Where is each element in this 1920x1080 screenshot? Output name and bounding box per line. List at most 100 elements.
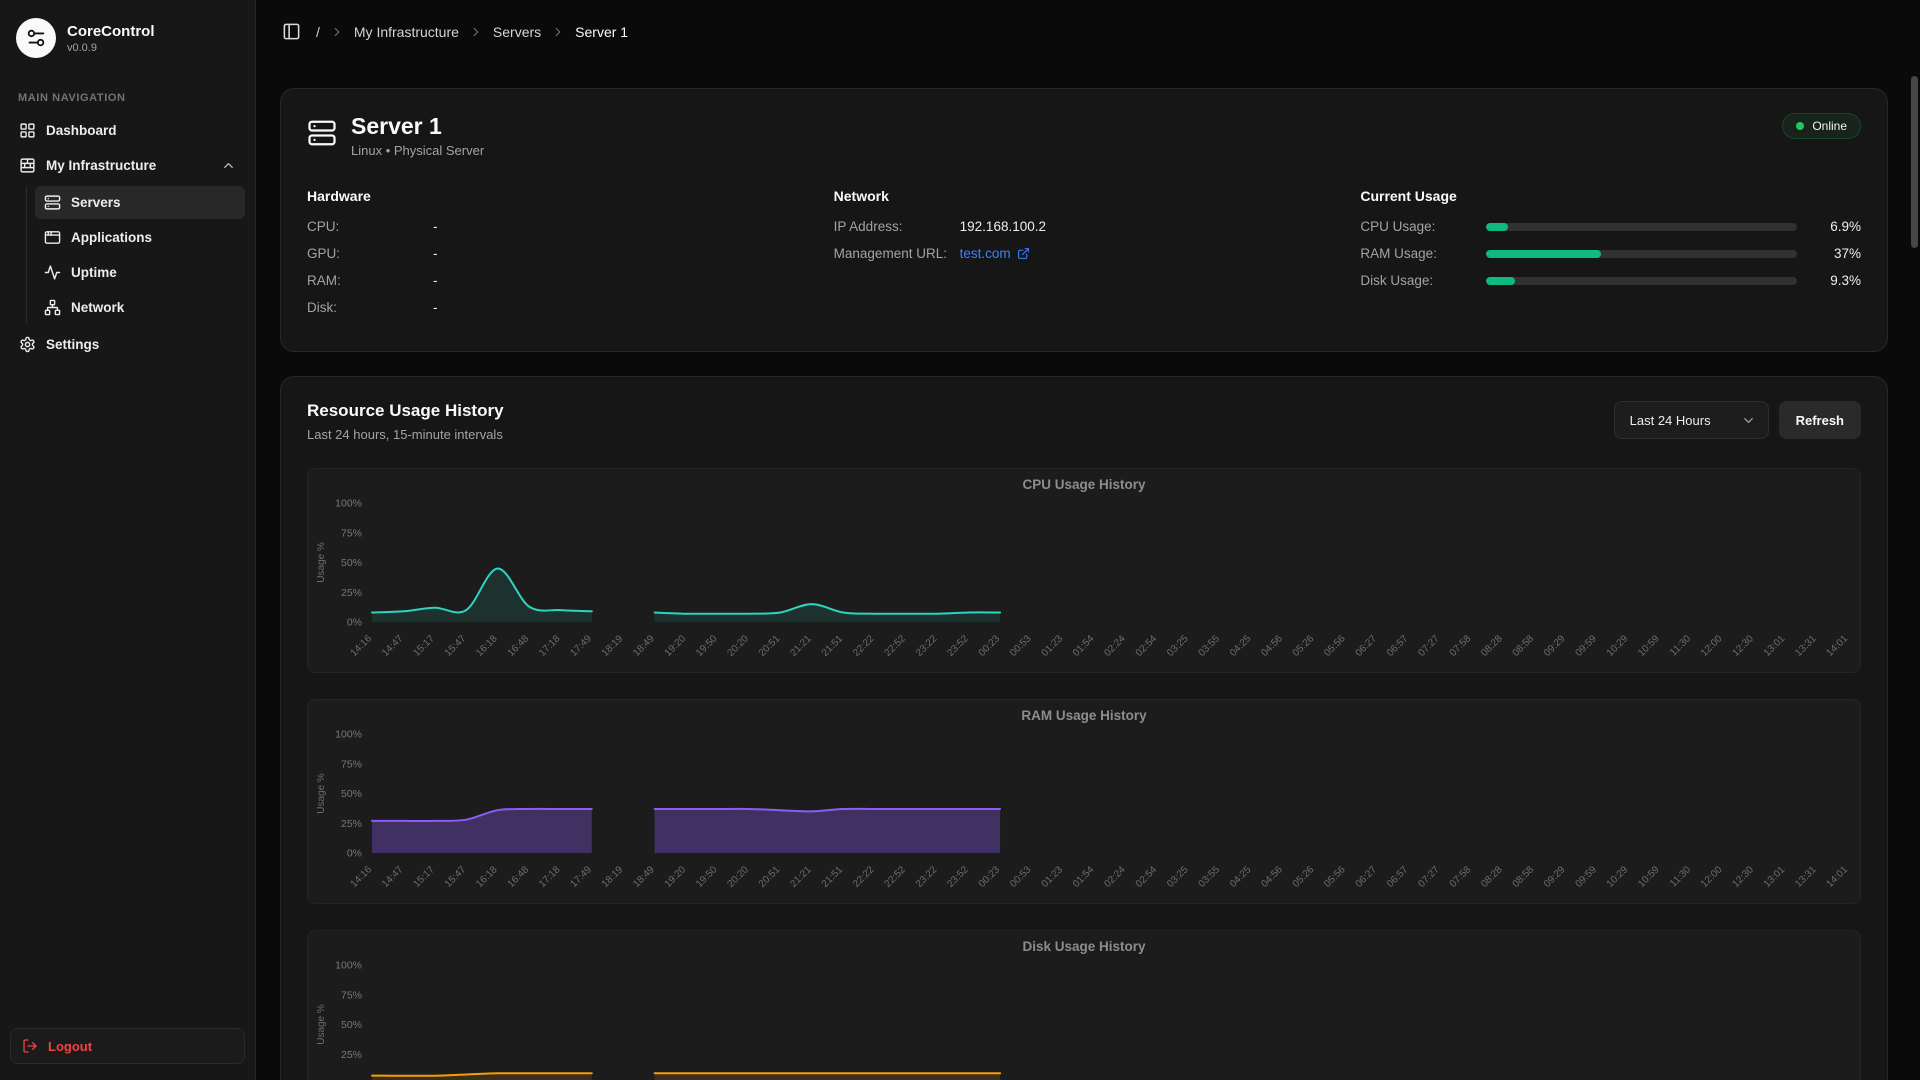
svg-text:18:49: 18:49	[631, 864, 657, 890]
svg-text:19:20: 19:20	[663, 633, 689, 659]
svg-text:RAM Usage History: RAM Usage History	[1021, 708, 1147, 723]
sidebar-toggle-button[interactable]	[282, 22, 302, 42]
svg-text:16:48: 16:48	[506, 864, 532, 890]
sidebar-item-settings[interactable]: Settings	[10, 328, 245, 361]
external-link-icon	[1017, 247, 1030, 260]
server-icon	[307, 118, 337, 148]
svg-text:00:53: 00:53	[1008, 864, 1034, 890]
ram-usage-history-chart: RAM Usage HistoryUsage %0%25%50%75%100%1…	[307, 699, 1861, 904]
sidebar-item-dashboard[interactable]: Dashboard	[10, 114, 245, 147]
logout-icon	[22, 1038, 38, 1054]
time-range-select[interactable]: Last 24 Hours	[1614, 401, 1769, 439]
svg-text:75%: 75%	[341, 759, 362, 771]
refresh-button[interactable]: Refresh	[1779, 401, 1861, 439]
svg-text:18:19: 18:19	[600, 864, 626, 890]
svg-text:06:57: 06:57	[1385, 864, 1411, 890]
svg-text:17:18: 17:18	[537, 864, 563, 890]
page-content: Server 1 Linux • Physical Server Online …	[256, 64, 1920, 1080]
chevron-right-icon	[469, 25, 483, 39]
svg-text:12:00: 12:00	[1699, 864, 1725, 890]
sidebar-item-uptime[interactable]: Uptime	[35, 256, 245, 289]
usage-column: Current Usage CPU Usage: 6.9% RAM Usage:…	[1360, 188, 1861, 327]
svg-text:17:49: 17:49	[568, 633, 594, 659]
sidebar-item-servers[interactable]: Servers	[35, 186, 245, 219]
row-label: Disk Usage:	[1360, 273, 1486, 288]
scrollbar-thumb[interactable]	[1911, 76, 1918, 248]
history-header: Resource Usage History Last 24 hours, 15…	[307, 401, 1861, 442]
breadcrumb-item-infrastructure[interactable]: My Infrastructure	[354, 24, 459, 40]
svg-text:23:52: 23:52	[945, 864, 971, 890]
row-value: -	[433, 300, 438, 315]
hardware-heading: Hardware	[307, 188, 808, 204]
svg-text:10:29: 10:29	[1605, 864, 1631, 890]
sidebar-item-network[interactable]: Network	[35, 291, 245, 324]
disk-usage-bar	[1486, 277, 1797, 285]
server-info-grid: Hardware CPU: - GPU: - RAM: -	[307, 188, 1861, 327]
svg-text:02:24: 02:24	[1102, 633, 1128, 659]
server-subtitle: Linux • Physical Server	[351, 143, 484, 158]
svg-text:15:17: 15:17	[411, 633, 437, 659]
link-label: test.com	[960, 246, 1011, 261]
hardware-row-cpu: CPU: -	[307, 219, 808, 234]
svg-text:00:23: 00:23	[977, 633, 1003, 659]
svg-text:07:27: 07:27	[1416, 864, 1442, 890]
usage-row-disk: Disk Usage: 9.3%	[1360, 273, 1861, 288]
svg-text:100%: 100%	[335, 729, 362, 741]
svg-text:04:56: 04:56	[1259, 864, 1285, 890]
infrastructure-submenu: Servers Applications Uptime	[26, 186, 245, 324]
management-url-link[interactable]: test.com	[960, 246, 1030, 261]
svg-text:15:17: 15:17	[411, 864, 437, 890]
breadcrumb-item-current: Server 1	[575, 24, 628, 40]
row-label: Disk:	[307, 300, 433, 315]
svg-text:Usage %: Usage %	[316, 774, 327, 815]
svg-text:75%: 75%	[341, 990, 362, 1002]
svg-text:19:50: 19:50	[694, 864, 720, 890]
svg-text:14:16: 14:16	[349, 864, 375, 890]
logout-button[interactable]: Logout	[10, 1028, 245, 1064]
sidebar-item-applications[interactable]: Applications	[35, 221, 245, 254]
svg-text:14:47: 14:47	[380, 633, 406, 659]
svg-text:18:49: 18:49	[631, 633, 657, 659]
sidebar-item-label: Network	[71, 300, 124, 315]
svg-text:11:30: 11:30	[1668, 864, 1693, 889]
svg-text:09:59: 09:59	[1573, 633, 1599, 659]
sidebar-item-label: Settings	[46, 337, 99, 352]
sidebar-spacer	[10, 361, 245, 1028]
svg-text:06:57: 06:57	[1385, 633, 1411, 659]
main-area: / My Infrastructure Servers Server 1	[256, 0, 1920, 1080]
row-label: Management URL:	[834, 246, 960, 261]
app-logo-icon	[16, 18, 56, 58]
svg-text:20:51: 20:51	[757, 633, 783, 659]
hardware-row-gpu: GPU: -	[307, 246, 808, 261]
svg-text:50%: 50%	[341, 788, 362, 800]
svg-text:14:01: 14:01	[1825, 864, 1851, 890]
svg-text:14:47: 14:47	[380, 864, 406, 890]
svg-text:21:21: 21:21	[788, 633, 814, 659]
svg-text:01:54: 01:54	[1071, 633, 1097, 659]
svg-text:03:55: 03:55	[1197, 633, 1223, 659]
svg-text:04:56: 04:56	[1259, 633, 1285, 659]
row-value: -	[433, 246, 438, 261]
svg-text:25%: 25%	[341, 587, 362, 599]
infrastructure-icon	[19, 157, 36, 174]
uptime-icon	[44, 264, 61, 281]
charts-container: CPU Usage HistoryUsage %0%25%50%75%100%1…	[307, 468, 1861, 1080]
sidebar-item-my-infrastructure[interactable]: My Infrastructure	[10, 149, 245, 182]
breadcrumb-item-servers[interactable]: Servers	[493, 24, 541, 40]
svg-text:CPU Usage History: CPU Usage History	[1022, 477, 1146, 492]
ram-usage-value: 37%	[1811, 246, 1861, 261]
breadcrumb-root[interactable]: /	[316, 24, 320, 40]
svg-text:08:28: 08:28	[1479, 633, 1505, 659]
network-column: Network IP Address: 192.168.100.2 Manage…	[834, 188, 1335, 327]
svg-text:17:49: 17:49	[568, 864, 594, 890]
ip-address-value: 192.168.100.2	[960, 219, 1046, 234]
svg-text:09:29: 09:29	[1542, 864, 1568, 890]
svg-text:16:18: 16:18	[474, 633, 500, 659]
svg-text:25%: 25%	[341, 818, 362, 830]
online-dot-icon	[1796, 122, 1804, 130]
svg-text:22:22: 22:22	[851, 864, 877, 890]
sidebar-item-label: Applications	[71, 230, 152, 245]
app-version: v0.0.9	[67, 42, 155, 54]
svg-text:05:26: 05:26	[1291, 864, 1317, 890]
svg-text:13:01: 13:01	[1762, 633, 1788, 659]
